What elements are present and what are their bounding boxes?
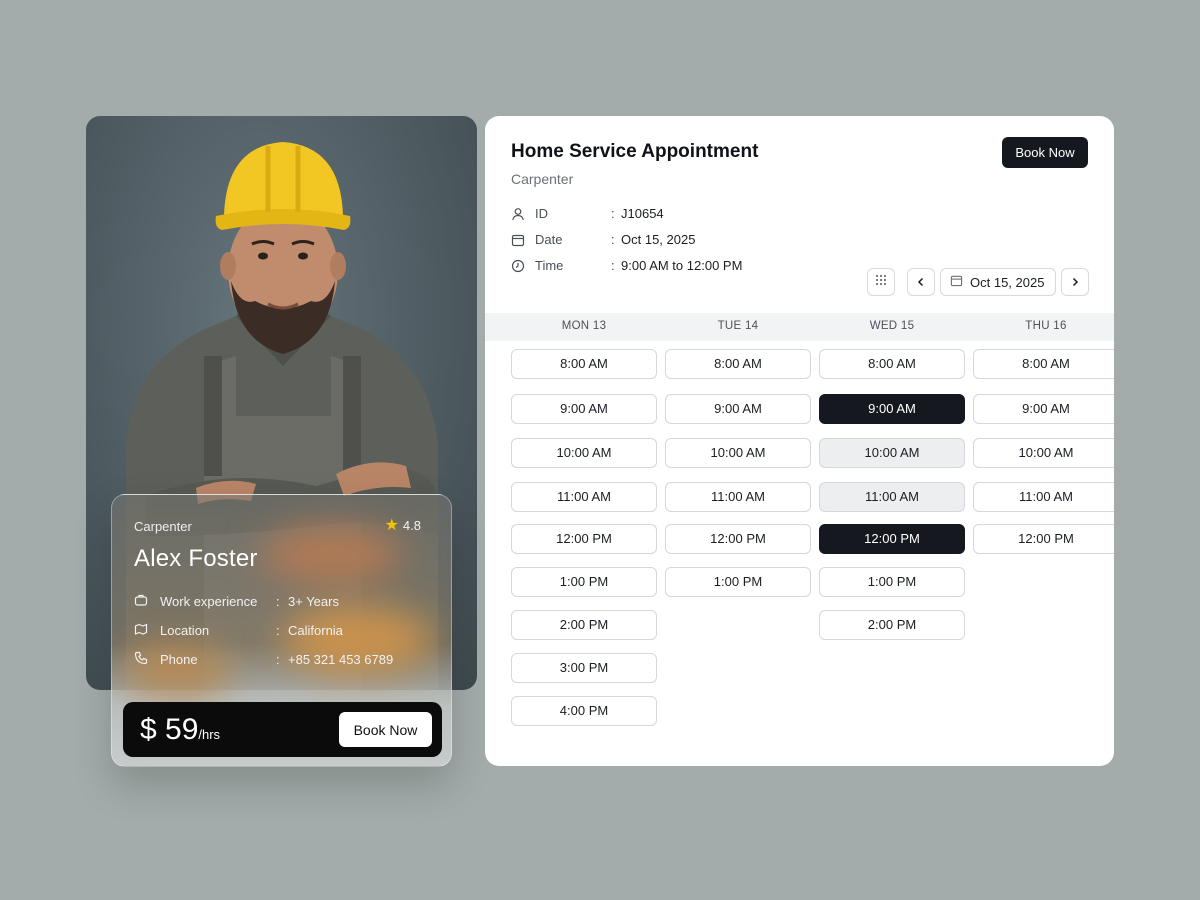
time-slot[interactable]: 9:00 AM (665, 394, 811, 424)
time-slot[interactable]: 10:00 AM (973, 438, 1114, 468)
book-now-button[interactable]: Book Now (1002, 137, 1088, 168)
chevron-left-icon (916, 275, 926, 290)
time-slot[interactable]: 12:00 PM (665, 524, 811, 554)
time-slot[interactable]: 11:00 AM (973, 482, 1114, 512)
phone-icon (134, 651, 150, 667)
grid-view-button[interactable] (867, 268, 895, 296)
hourly-price: $ 59/hrs (140, 713, 221, 746)
day-label-thu: THU 16 (1025, 320, 1067, 332)
time-slot[interactable]: 8:00 AM (973, 349, 1114, 379)
time-slot[interactable]: 1:00 PM (665, 567, 811, 597)
time-slot[interactable]: 10:00 AM (665, 438, 811, 468)
time-slot[interactable]: 1:00 PM (511, 567, 657, 597)
rating: ★ 4.8 (384, 516, 421, 534)
price-bar: $ 59/hrs Book Now (123, 702, 442, 757)
time-slot[interactable]: 12:00 PM (819, 524, 965, 554)
day-label-tue: TUE 14 (717, 320, 759, 332)
next-date-button[interactable] (1061, 268, 1089, 296)
time-slot[interactable]: 3:00 PM (511, 653, 657, 683)
date-picker[interactable]: Oct 15, 2025 (940, 268, 1056, 296)
time-slot[interactable]: 9:00 AM (511, 394, 657, 424)
appointment-subtitle: Carpenter (511, 171, 574, 187)
date-picker-value: Oct 15, 2025 (970, 274, 1045, 290)
user-icon (511, 207, 525, 221)
worker-role: Carpenter (134, 519, 192, 534)
time-slot[interactable]: 10:00 AM (819, 438, 965, 468)
meta-row-id: ID : J10654 (511, 206, 664, 221)
worker-info-card: Carpenter ★ 4.8 Alex Foster Work experie… (111, 494, 452, 767)
time-slot[interactable]: 4:00 PM (511, 696, 657, 726)
time-slot[interactable]: 10:00 AM (511, 438, 657, 468)
rating-value: 4.8 (402, 518, 421, 533)
time-slot[interactable]: 12:00 PM (511, 524, 657, 554)
meta-row-time: Time : 9:00 AM to 12:00 PM (511, 258, 742, 273)
map-icon (134, 622, 150, 638)
day-header-row: MON 13 TUE 14 WED 15 THU 16 (485, 313, 1114, 341)
time-slot[interactable]: 1:00 PM (819, 567, 965, 597)
detail-row-phone: Phone : +85 321 453 6789 (134, 651, 434, 667)
star-icon: ★ (384, 516, 399, 534)
detail-row-location: Location : California (134, 622, 434, 638)
time-slot[interactable]: 8:00 AM (819, 349, 965, 379)
time-slot[interactable]: 8:00 AM (665, 349, 811, 379)
briefcase-icon (134, 593, 150, 609)
time-slot[interactable]: 11:00 AM (819, 482, 965, 512)
clock-icon (511, 259, 525, 273)
worker-name: Alex Foster (134, 545, 258, 572)
time-slot[interactable]: 11:00 AM (665, 482, 811, 512)
book-now-button-profile[interactable]: Book Now (339, 712, 432, 747)
appointment-title: Home Service Appointment (511, 141, 759, 162)
time-slot[interactable]: 11:00 AM (511, 482, 657, 512)
appointment-id: J10654 (621, 206, 664, 221)
appointment-card: Home Service Appointment Carpenter Book … (485, 116, 1114, 766)
prev-date-button[interactable] (907, 268, 935, 296)
grid-dots-icon (875, 273, 887, 291)
time-slot[interactable]: 8:00 AM (511, 349, 657, 379)
detail-row-experience: Work experience : 3+ Years (134, 593, 434, 609)
day-label-mon: MON 13 (561, 320, 607, 332)
appointment-date: Oct 15, 2025 (621, 232, 696, 247)
time-slot[interactable]: 2:00 PM (511, 610, 657, 640)
time-slot[interactable]: 12:00 PM (973, 524, 1114, 554)
appointment-time: 9:00 AM to 12:00 PM (621, 258, 743, 273)
chevron-right-icon (1070, 275, 1080, 290)
meta-row-date: Date : Oct 15, 2025 (511, 232, 695, 247)
calendar-icon (950, 274, 963, 290)
time-slot[interactable]: 2:00 PM (819, 610, 965, 640)
day-label-wed: WED 15 (869, 320, 915, 332)
time-slot[interactable]: 9:00 AM (819, 394, 965, 424)
time-slot[interactable]: 9:00 AM (973, 394, 1114, 424)
calendar-icon (511, 233, 525, 247)
